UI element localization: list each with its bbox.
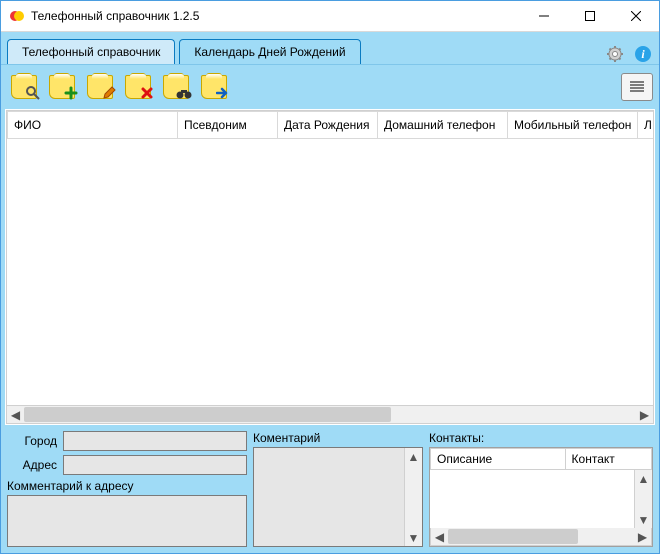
search-icon [26,86,40,103]
scroll-left-button[interactable]: ◀ [7,407,24,422]
scroll-up-button[interactable]: ▲ [635,470,652,487]
toolbar-delete-button[interactable] [121,70,155,104]
grid-hscrollbar[interactable]: ◀ ▶ [6,406,654,424]
scroll-right-button[interactable]: ▶ [636,407,653,422]
address-label: Адрес [7,458,57,472]
delete-icon [140,86,154,103]
scroll-right-button[interactable]: ▶ [634,529,651,544]
contacts-column: Контакты: Описание Контакт ▲ ▼ [429,431,653,547]
contacts-header: Описание Контакт [430,448,652,470]
address-column: Город Адрес Комментарий к адресу [7,431,247,547]
grid-header-row: ФИО Псевдоним Дата Рождения Домашний тел… [8,112,655,139]
comment-label: Коментарий [253,431,423,445]
contacts-vscrollbar[interactable]: ▲ ▼ [634,470,652,528]
tab-directory[interactable]: Телефонный справочник [7,39,175,64]
toolbar-add-button[interactable] [45,70,79,104]
col-birthdate[interactable]: Дата Рождения [278,112,378,139]
titlebar: Телефонный справочник 1.2.5 [1,1,659,32]
contacts-hscrollbar[interactable]: ◀ ▶ [430,528,652,546]
app-icon [9,8,25,24]
comment-vscrollbar[interactable]: ▲ ▼ [404,448,422,546]
client-area: Телефонный справочник Календарь Дней Рож… [1,32,659,553]
app-window: Телефонный справочник 1.2.5 Телефонный с… [0,0,660,554]
binoculars-icon [176,88,192,103]
close-button[interactable] [613,1,659,31]
details-panel: Город Адрес Комментарий к адресу Комента… [1,425,659,553]
toolbar-export-button[interactable] [197,70,231,104]
contacts-body[interactable] [430,470,634,528]
toolbar-edit-button[interactable] [83,70,117,104]
contacts-grid: ФИО Псевдоним Дата Рождения Домашний тел… [5,109,655,425]
toolbar-list-button[interactable] [621,73,653,101]
scroll-track[interactable] [24,407,636,422]
minimize-button[interactable] [521,1,567,31]
maximize-button[interactable] [567,1,613,31]
toolbar [1,64,659,109]
col-homephone[interactable]: Домашний телефон [378,112,508,139]
list-icon [628,80,646,94]
toolbar-find-button[interactable] [159,70,193,104]
grid-viewport[interactable]: ФИО Псевдоним Дата Рождения Домашний тел… [6,110,654,406]
col-fio[interactable]: ФИО [8,112,178,139]
comment-memo[interactable]: ▲ ▼ [253,447,423,547]
city-label: Город [7,434,57,448]
col-alias[interactable]: Псевдоним [178,112,278,139]
scroll-up-button[interactable]: ▲ [405,448,422,465]
settings-button[interactable] [605,44,625,64]
grid-table: ФИО Псевдоним Дата Рождения Домашний тел… [7,111,654,139]
addr-comment-label: Комментарий к адресу [7,479,247,493]
tab-birthdays[interactable]: Календарь Дней Рождений [179,39,360,64]
pencil-icon [102,86,116,103]
tab-strip: Телефонный справочник Календарь Дней Рож… [1,32,659,64]
contacts-subgrid: Описание Контакт ▲ ▼ ◀ [429,447,653,547]
scroll-down-button[interactable]: ▼ [405,529,422,546]
col-extra[interactable]: Л [638,112,655,139]
scroll-thumb[interactable] [24,407,391,422]
scroll-left-button[interactable]: ◀ [431,529,448,544]
address-input[interactable] [63,455,247,475]
city-input[interactable] [63,431,247,451]
plus-icon [64,86,78,103]
comment-column: Коментарий ▲ ▼ [253,431,423,547]
info-button[interactable]: i [633,44,653,64]
arrow-right-icon [216,86,230,103]
addr-comment-memo[interactable] [7,495,247,547]
window-title: Телефонный справочник 1.2.5 [31,9,199,23]
scroll-down-button[interactable]: ▼ [635,511,652,528]
col-desc[interactable]: Описание [431,449,566,470]
col-mobile[interactable]: Мобильный телефон [508,112,638,139]
toolbar-search-button[interactable] [7,70,41,104]
col-contact[interactable]: Контакт [565,449,651,470]
contacts-label: Контакты: [429,431,653,445]
